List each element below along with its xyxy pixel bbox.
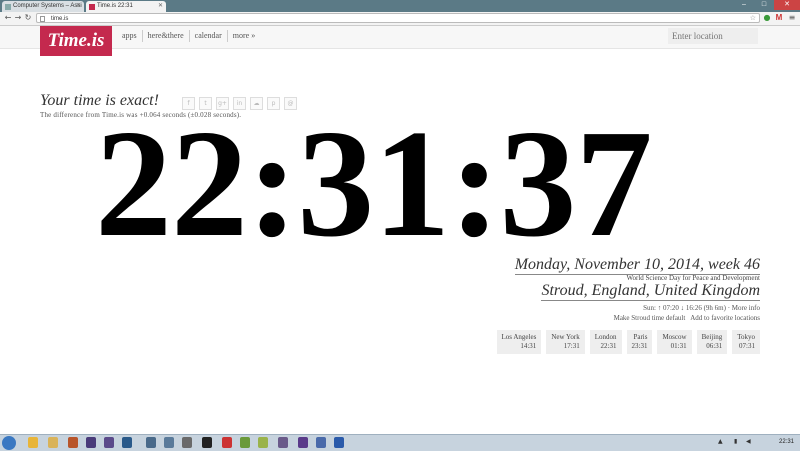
site-logo[interactable]: Time.is (40, 26, 112, 56)
location-actions: Make Stroud time default Add to favorite… (614, 314, 760, 322)
city-time: 06:31 (706, 342, 723, 350)
page-icon (40, 16, 45, 22)
tab-close-icon[interactable]: ✕ (76, 1, 81, 12)
app-taskbar-icon[interactable] (278, 437, 288, 448)
address-bar[interactable]: time.is ☆ (36, 13, 760, 23)
city-paris[interactable]: Paris 23:31 (626, 330, 653, 354)
terminal-taskbar-icon[interactable] (202, 437, 212, 448)
app-taskbar-icon[interactable] (222, 437, 232, 448)
close-window-button[interactable]: ✕ (774, 0, 800, 10)
bookmark-star-icon[interactable]: ☆ (750, 14, 756, 24)
city-tokyo[interactable]: Tokyo 07:31 (732, 330, 760, 354)
city-time: 17:31 (563, 342, 580, 350)
tab-time-is[interactable]: Time.is 22:31 ✕ (86, 1, 166, 12)
app-taskbar-icon[interactable] (240, 437, 250, 448)
chrome-taskbar-icon[interactable] (28, 437, 38, 448)
site-menu: apps here&there calendar more » (117, 30, 260, 42)
sun-times: Sun: ↑ 07:20 ↓ 16:26 (9h 6m) · (643, 304, 731, 312)
gmail-icon[interactable]: M (774, 13, 784, 23)
menu-item-apps[interactable]: apps (117, 30, 143, 42)
city-name: Tokyo (737, 333, 755, 341)
app-taskbar-icon[interactable] (182, 437, 192, 448)
city-london[interactable]: London 22:31 (589, 330, 622, 354)
city-name: Moscow (662, 333, 687, 341)
app-taskbar-icon[interactable] (146, 437, 156, 448)
location-search-input[interactable] (668, 28, 758, 44)
time-is-favicon-icon (89, 4, 95, 10)
menu-item-here-there[interactable]: here&there (143, 30, 190, 42)
tray-network-icon[interactable]: ▮ (734, 439, 740, 445)
illustrator-taskbar-icon[interactable] (68, 437, 78, 448)
tab-close-icon[interactable]: ✕ (158, 1, 163, 12)
city-time: 23:31 (631, 342, 648, 350)
city-los-angeles[interactable]: Los Angeles 14:31 (496, 330, 542, 354)
app-taskbar-icon[interactable] (164, 437, 174, 448)
photoshop-taskbar-icon[interactable] (122, 437, 132, 448)
sun-info: Sun: ↑ 07:20 ↓ 16:26 (9h 6m) · More info (643, 304, 760, 312)
main-clock: 22:31:37 (95, 99, 653, 269)
city-name: New York (551, 333, 580, 341)
window-controls: – □ ✕ (734, 0, 800, 10)
taskbar-clock[interactable]: 22:31 (779, 437, 794, 448)
app-taskbar-icon[interactable] (316, 437, 326, 448)
windows-taskbar: ▲ ▮ ◀ 22:31 (0, 434, 800, 451)
city-moscow[interactable]: Moscow 01:31 (657, 330, 692, 354)
city-time: 22:31 (600, 342, 617, 350)
premiere-taskbar-icon[interactable] (86, 437, 96, 448)
maximize-button[interactable]: □ (754, 0, 774, 10)
city-name: London (594, 333, 617, 341)
forward-arrow-icon[interactable]: → (13, 13, 23, 23)
explorer-taskbar-icon[interactable] (48, 437, 58, 448)
minimize-button[interactable]: – (734, 0, 754, 10)
favorite-cities: Los Angeles 14:31 New York 17:31 London 22:… (496, 330, 760, 354)
menu-item-calendar[interactable]: calendar (190, 30, 228, 42)
date-line[interactable]: Monday, November 10, 2014, week 46 (514, 256, 760, 275)
reload-icon[interactable]: ↻ (23, 13, 33, 23)
menu-item-more[interactable]: more » (228, 30, 260, 42)
address-url: time.is (51, 16, 69, 22)
tray-arrow-icon[interactable]: ▲ (718, 439, 724, 445)
browser-toolbar: ← → ↻ time.is ☆ ● M ≡ (0, 12, 800, 26)
city-beijing[interactable]: Beijing 06:31 (696, 330, 728, 354)
browser-tab-bar: Computer Systems – Assi ✕ Time.is 22:31 … (0, 0, 800, 12)
chrome-menu-icon[interactable]: ≡ (787, 13, 797, 23)
more-info-link[interactable]: More info (732, 304, 760, 312)
tab-title: Time.is 22:31 (97, 3, 133, 9)
make-default-link[interactable]: Make Stroud time default (614, 314, 686, 322)
aftereffects-taskbar-icon[interactable] (104, 437, 114, 448)
tab-computer-systems[interactable]: Computer Systems – Assi ✕ (2, 1, 84, 12)
app-taskbar-icon[interactable] (258, 437, 268, 448)
start-button[interactable] (2, 436, 16, 450)
tab-title: Computer Systems – Assi (13, 3, 82, 9)
city-time: 07:31 (739, 342, 755, 350)
tray-volume-icon[interactable]: ◀ (746, 439, 752, 445)
city-name: Paris (633, 333, 648, 341)
city-name: Los Angeles (501, 333, 537, 341)
extension-shield-icon[interactable]: ● (762, 13, 772, 23)
city-time: 14:31 (520, 342, 537, 350)
back-arrow-icon[interactable]: ← (3, 13, 13, 23)
location-name[interactable]: Stroud, England, United Kingdom (541, 281, 760, 301)
word-taskbar-icon[interactable] (334, 437, 344, 448)
add-favorite-link[interactable]: Add to favorite locations (690, 314, 760, 322)
city-time: 01:31 (670, 342, 687, 350)
app-taskbar-icon[interactable] (298, 437, 308, 448)
city-name: Beijing (701, 333, 723, 341)
tab-favicon-icon (5, 4, 11, 10)
city-new-york[interactable]: New York 17:31 (546, 330, 585, 354)
